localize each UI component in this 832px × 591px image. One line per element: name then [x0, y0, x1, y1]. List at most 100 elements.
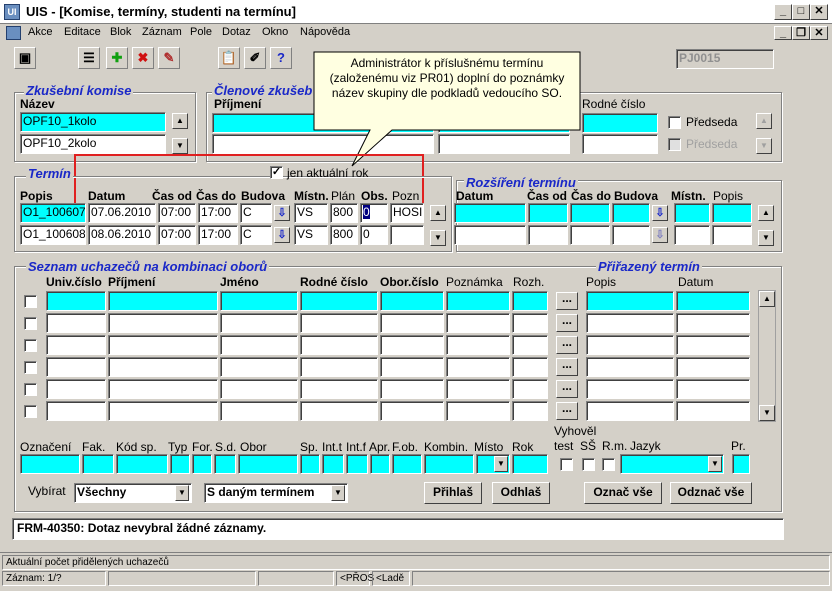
test-checkbox[interactable] [560, 458, 573, 471]
budova-pick-icon[interactable]: ⇩ [652, 227, 668, 243]
more-button[interactable]: ... [556, 336, 578, 354]
table-cell[interactable] [676, 379, 750, 399]
table-cell[interactable] [300, 357, 378, 377]
detail-fak[interactable] [82, 454, 114, 474]
rozsireni-r1-datum[interactable] [454, 203, 526, 223]
table-cell[interactable] [300, 313, 378, 333]
odhlas-button[interactable]: Odhlaš [492, 482, 550, 504]
more-button[interactable]: ... [556, 358, 578, 376]
scroll-down-icon[interactable]: ▼ [758, 230, 774, 246]
termin-r1-casdo[interactable]: 17:00 [198, 203, 238, 223]
table-cell[interactable] [46, 335, 106, 355]
termin-r2-obs[interactable]: 0 [360, 225, 388, 245]
minimize-button[interactable]: _ [774, 4, 792, 20]
row-select-checkbox[interactable] [24, 405, 37, 418]
table-cell[interactable] [46, 379, 106, 399]
aktualni-checkbox[interactable]: ✓ [270, 166, 283, 179]
table-cell[interactable] [586, 313, 674, 333]
table-cell[interactable] [380, 291, 444, 311]
table-cell[interactable] [586, 357, 674, 377]
table-cell[interactable] [586, 401, 674, 421]
komise-row-1[interactable]: OPF10_1kolo [20, 112, 166, 132]
scroll-up-icon[interactable]: ▲ [172, 113, 188, 129]
table-cell[interactable] [446, 291, 510, 311]
rozsireni-r2-budova[interactable] [612, 225, 650, 245]
more-button[interactable]: ... [556, 402, 578, 420]
table-cell[interactable] [300, 401, 378, 421]
table-cell[interactable] [300, 291, 378, 311]
komise-row-2[interactable]: OPF10_2kolo [20, 134, 166, 154]
termin-r2-plan[interactable]: 800 [330, 225, 358, 245]
chevron-down-icon[interactable]: ▼ [708, 456, 722, 472]
table-cell[interactable] [446, 401, 510, 421]
close-button[interactable]: ✕ [810, 4, 828, 20]
clenove-rodne-2[interactable] [582, 134, 658, 154]
table-cell[interactable] [220, 379, 298, 399]
row-select-checkbox[interactable] [24, 361, 37, 374]
menu-akce[interactable]: Akce [28, 26, 52, 38]
scroll-up-icon[interactable]: ▲ [756, 113, 772, 129]
table-cell[interactable] [446, 335, 510, 355]
menu-blok[interactable]: Blok [110, 26, 131, 38]
table-cell[interactable] [676, 357, 750, 377]
menu-pole[interactable]: Pole [190, 26, 212, 38]
table-cell[interactable] [512, 313, 548, 333]
table-cell[interactable] [586, 379, 674, 399]
table-cell[interactable] [300, 335, 378, 355]
table-cell[interactable] [220, 401, 298, 421]
detail-intt[interactable] [322, 454, 344, 474]
maximize-button[interactable]: □ [792, 4, 810, 20]
detail-sd[interactable] [214, 454, 236, 474]
detail-pr[interactable] [732, 454, 750, 474]
table-cell[interactable] [108, 313, 218, 333]
ss-checkbox[interactable] [582, 458, 595, 471]
table-cell[interactable] [108, 291, 218, 311]
table-cell[interactable] [512, 291, 548, 311]
table-cell[interactable] [108, 335, 218, 355]
rozsireni-r1-budova[interactable] [612, 203, 650, 223]
table-cell[interactable] [220, 313, 298, 333]
menu-okno[interactable]: Okno [262, 26, 288, 38]
table-cell[interactable] [380, 357, 444, 377]
termin-r1-pozn[interactable]: HOSI [390, 203, 424, 223]
table-cell[interactable] [512, 379, 548, 399]
table-cell[interactable] [220, 357, 298, 377]
table-cell[interactable] [108, 357, 218, 377]
table-cell[interactable] [512, 401, 548, 421]
oznac-vse-button[interactable]: Označ vše [584, 482, 662, 504]
table-cell[interactable] [512, 357, 548, 377]
list-icon[interactable]: ☰ [78, 47, 100, 69]
table-cell[interactable] [46, 357, 106, 377]
budova-pick-icon[interactable]: ⇩ [652, 205, 668, 221]
scroll-down-icon[interactable]: ▼ [430, 230, 446, 246]
detail-intf[interactable] [346, 454, 368, 474]
predseda-checkbox-2[interactable] [668, 138, 681, 151]
termin-r2-popis[interactable]: O1_100608 [20, 225, 86, 245]
table-cell[interactable] [220, 291, 298, 311]
help-icon[interactable]: ? [270, 47, 292, 69]
pen-icon[interactable]: ✐ [244, 47, 266, 69]
table-cell[interactable] [46, 401, 106, 421]
scroll-up-icon[interactable]: ▲ [759, 291, 775, 307]
rozsireni-r1-casod[interactable] [528, 203, 568, 223]
table-cell[interactable] [380, 401, 444, 421]
row-select-checkbox[interactable] [24, 383, 37, 396]
row-select-checkbox[interactable] [24, 295, 37, 308]
rozsireni-r2-popis[interactable] [712, 225, 752, 245]
rm-checkbox[interactable] [602, 458, 615, 471]
table-cell[interactable] [676, 335, 750, 355]
termin-r1-obs[interactable]: 0 [360, 203, 388, 223]
termin-r1-budova[interactable]: C [240, 203, 272, 223]
termin-r2-casod[interactable]: 07:00 [158, 225, 196, 245]
termin-r1-datum[interactable]: 07.06.2010 [88, 203, 156, 223]
table-cell[interactable] [586, 335, 674, 355]
clipboard-icon[interactable]: 📋 [218, 47, 240, 69]
rozsireni-r1-casdo[interactable] [570, 203, 610, 223]
table-cell[interactable] [676, 401, 750, 421]
clenove-rodne-1[interactable] [582, 113, 658, 133]
row-select-checkbox[interactable] [24, 339, 37, 352]
row-select-checkbox[interactable] [24, 317, 37, 330]
save-icon[interactable]: ▣ [14, 47, 36, 69]
table-cell[interactable] [446, 313, 510, 333]
predseda-checkbox-1[interactable] [668, 116, 681, 129]
